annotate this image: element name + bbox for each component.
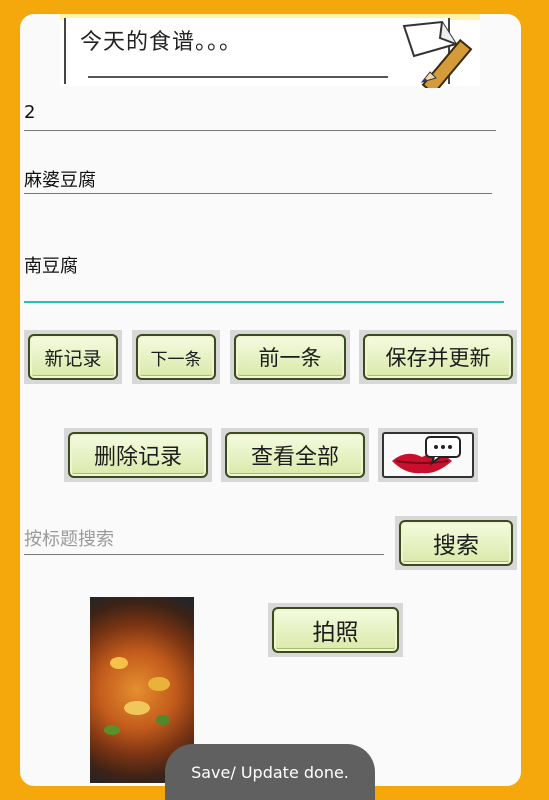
next-record-button-label: 下一条 (136, 334, 216, 380)
search-button[interactable]: 搜索 (395, 516, 517, 570)
save-update-button-label: 保存并更新 (363, 334, 513, 380)
previous-record-button[interactable]: 前一条 (230, 330, 350, 384)
new-record-button[interactable]: 新记录 (24, 330, 122, 384)
new-record-button-label: 新记录 (28, 334, 118, 380)
id-field[interactable]: 2 (24, 102, 504, 132)
chat-button-face (382, 432, 474, 478)
view-all-button-label: 查看全部 (225, 432, 365, 478)
view-all-button[interactable]: 查看全部 (221, 428, 369, 482)
recipe-panel: 今天的食谱。。。 2 麻婆豆腐 南豆腐 新记录 下一条 前一条 保存并更新 删除… (20, 14, 521, 786)
lips-chat-icon (392, 436, 461, 474)
content-field[interactable]: 南豆腐 (24, 252, 504, 300)
save-update-button[interactable]: 保存并更新 (359, 330, 517, 384)
pencil-icon (402, 20, 473, 88)
title-field-underline (24, 193, 492, 194)
id-field-underline (24, 130, 496, 131)
header-banner: 今天的食谱。。。 (60, 14, 480, 88)
photo-detail (148, 677, 170, 691)
id-field-value: 2 (24, 102, 36, 123)
photo-detail (124, 701, 150, 715)
delete-record-button-label: 删除记录 (68, 432, 208, 478)
photo-detail (104, 725, 120, 735)
take-photo-button[interactable]: 拍照 (268, 603, 403, 657)
title-field-value: 麻婆豆腐 (24, 170, 96, 191)
take-photo-button-label: 拍照 (272, 607, 399, 653)
photo-detail (156, 715, 170, 725)
banner-rule (88, 76, 388, 78)
banner-title: 今天的食谱。。。 (80, 30, 243, 55)
content-field-underline-active (24, 301, 504, 303)
photo-detail (110, 657, 128, 669)
search-input[interactable] (24, 524, 384, 555)
chat-button[interactable] (378, 428, 478, 482)
previous-record-button-label: 前一条 (234, 334, 346, 380)
search-button-label: 搜索 (399, 520, 513, 566)
delete-record-button[interactable]: 删除记录 (64, 428, 212, 482)
content-field-value: 南豆腐 (24, 256, 78, 277)
title-field[interactable]: 麻婆豆腐 (24, 166, 504, 196)
next-record-button[interactable]: 下一条 (132, 330, 220, 384)
toast-message: Save/ Update done. (165, 744, 375, 800)
